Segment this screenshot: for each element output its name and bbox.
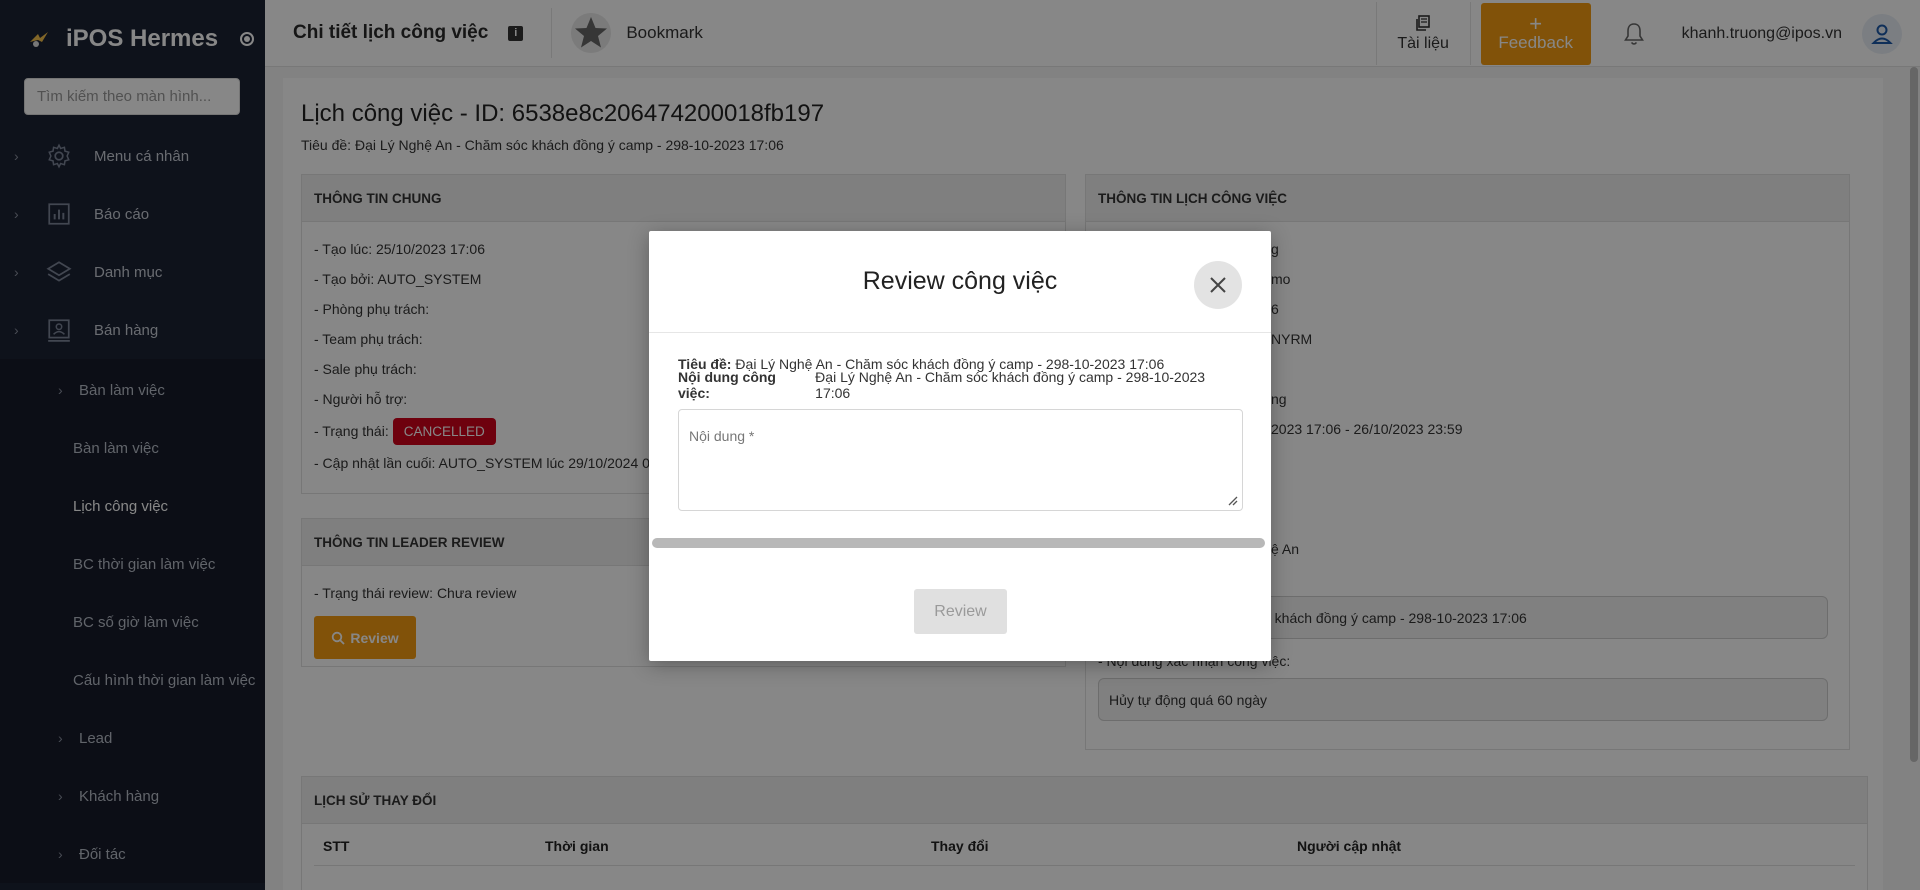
close-icon	[1210, 277, 1226, 293]
review-content-field[interactable]	[678, 409, 1243, 511]
modal-body: Tiêu đề: Đại Lý Nghệ An - Chăm sóc khách…	[649, 333, 1271, 511]
close-button[interactable]	[1194, 261, 1242, 309]
modal-header: Review công việc	[649, 231, 1271, 333]
modal-title: Review công việc	[862, 267, 1058, 295]
review-modal: Review công việc Tiêu đề: Đại Lý Nghệ An…	[649, 231, 1271, 661]
submit-review-button[interactable]: Review	[914, 589, 1007, 634]
modal-horizontal-scrollbar[interactable]	[652, 538, 1265, 548]
modal-task-content: Nội dung công việc: Đại Lý Nghệ An - Chă…	[678, 369, 1242, 401]
modal-content-value: Đại Lý Nghệ An - Chăm sóc khách đồng ý c…	[815, 368, 1206, 401]
modal-content-label: Nội dung công việc:	[678, 368, 776, 401]
review-content-textarea[interactable]	[679, 410, 1242, 510]
resize-handle-icon[interactable]	[1226, 494, 1238, 506]
